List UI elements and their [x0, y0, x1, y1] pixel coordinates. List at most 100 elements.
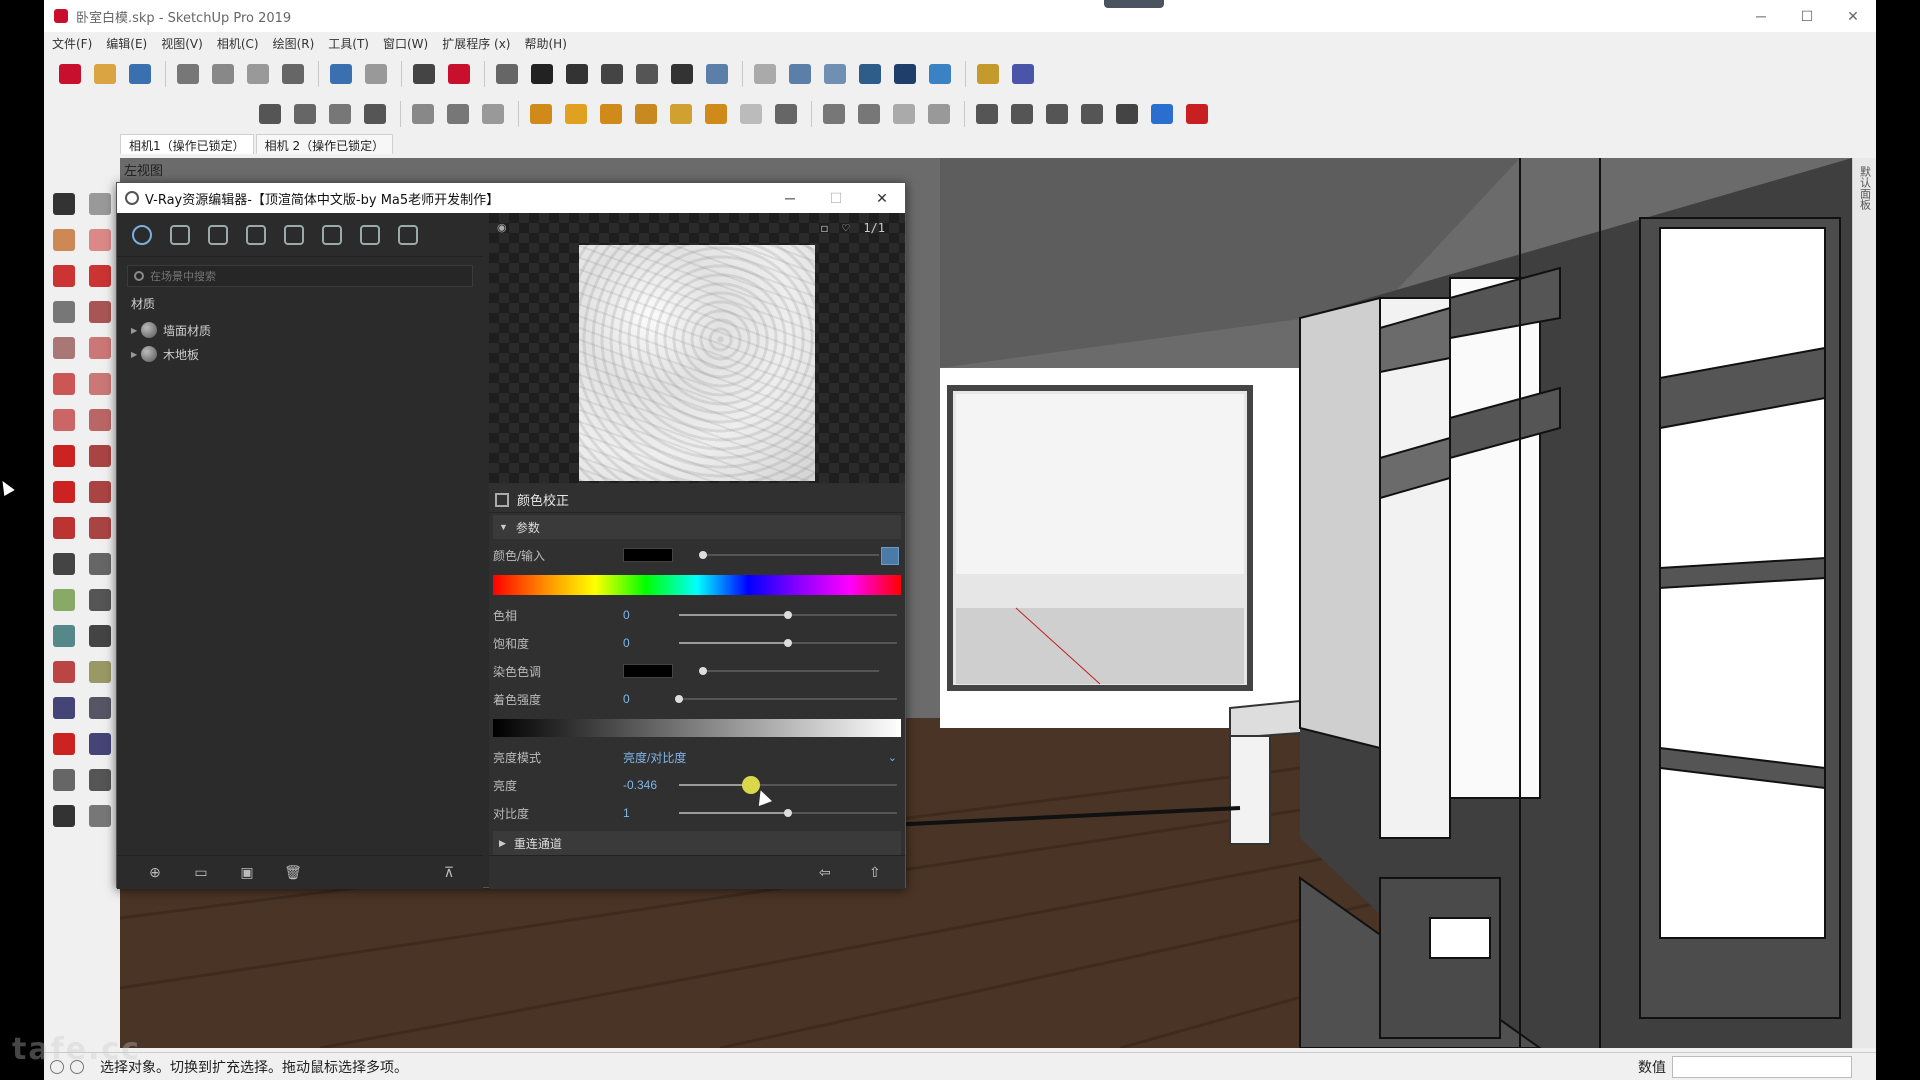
menu-camera[interactable]: 相机(C) [217, 35, 259, 52]
vray-mesh-light-button[interactable] [735, 98, 767, 130]
section-button[interactable] [972, 58, 1004, 90]
menu-edit[interactable]: 编辑(E) [106, 35, 147, 52]
copy-button[interactable] [207, 58, 239, 90]
preview-scale-button[interactable]: 1/1 [863, 221, 885, 235]
open-file-icon[interactable]: ▭ [189, 862, 213, 884]
textured-button[interactable] [889, 58, 921, 90]
hue-value[interactable]: 0 [623, 608, 683, 622]
vray-minimize-button[interactable]: ─ [767, 183, 813, 213]
expand-arrow-icon[interactable]: ▶ [131, 326, 141, 335]
save-button[interactable] [124, 58, 156, 90]
contrast-knob[interactable] [784, 809, 792, 817]
vray-batch-button[interactable] [442, 98, 474, 130]
section-plane-tool[interactable] [84, 800, 116, 832]
circle-tool[interactable] [48, 332, 80, 364]
arc-tool[interactable] [48, 368, 80, 400]
shaded-button[interactable] [854, 58, 886, 90]
back-view-button[interactable] [631, 58, 663, 90]
redo-button[interactable] [360, 58, 392, 90]
dimension-tool[interactable] [84, 548, 116, 580]
vray-search-box[interactable] [127, 265, 473, 287]
minimize-button[interactable]: ─ [1738, 0, 1784, 32]
offset-tool[interactable] [84, 512, 116, 544]
erase-button[interactable] [277, 58, 309, 90]
vray-sphere-light-button[interactable] [560, 98, 592, 130]
vray-close-button[interactable]: ✕ [859, 183, 905, 213]
paste-button[interactable] [242, 58, 274, 90]
vray-proxy-button[interactable] [818, 98, 850, 130]
hue-slider[interactable] [679, 611, 897, 619]
tab-textures[interactable] [279, 220, 309, 250]
vray-search-input[interactable] [150, 269, 450, 283]
maximize-button[interactable]: ☐ [1784, 0, 1830, 32]
vray-viewer-button[interactable] [359, 98, 391, 130]
color-input-swatch[interactable] [623, 548, 673, 562]
vray-denoise-button[interactable] [1041, 98, 1073, 130]
new-button[interactable] [54, 58, 86, 90]
3d-text-tool[interactable] [84, 620, 116, 652]
close-button[interactable]: ✕ [1830, 0, 1876, 32]
contrast-slider[interactable] [679, 809, 897, 817]
tab-geometry[interactable] [203, 220, 233, 250]
vray-teapot-button[interactable] [289, 98, 321, 130]
vray-spot-light-button[interactable] [595, 98, 627, 130]
chevron-down-icon[interactable]: ⌄ [888, 751, 897, 764]
tint-color-knob[interactable] [699, 667, 707, 675]
brightness-value[interactable]: -0.346 [623, 778, 683, 792]
undo-button[interactable] [325, 58, 357, 90]
backedges-button[interactable] [749, 58, 781, 90]
rotated-rect-tool[interactable] [84, 296, 116, 328]
save-asset-icon[interactable]: ▣ [235, 862, 259, 884]
scene-tab-camera2[interactable]: 相机 2（操作已锁定） [255, 134, 394, 154]
vray-omni-light-button[interactable] [665, 98, 697, 130]
vray-lock-button[interactable] [477, 98, 509, 130]
vray-dome-light-button[interactable] [700, 98, 732, 130]
render-teapot-button[interactable] [355, 220, 385, 250]
vray-camera-button[interactable] [971, 98, 1003, 130]
zoom-extents-tool[interactable] [48, 728, 80, 760]
menu-window[interactable]: 窗口(W) [383, 35, 428, 52]
param-brightness-mode[interactable]: 亮度模式 亮度/对比度 ⌄ [489, 743, 905, 771]
delete-asset-icon[interactable]: 🗑 [281, 862, 305, 884]
vray-pack-button[interactable] [1111, 98, 1143, 130]
expand-arrow-icon[interactable]: ▶ [131, 350, 141, 359]
vray-cloud-button[interactable] [1146, 98, 1178, 130]
eraser-tool[interactable] [84, 224, 116, 256]
tab-render-elements[interactable] [241, 220, 271, 250]
texture-type-icon[interactable] [495, 492, 509, 507]
preview-square-icon[interactable]: ◻ [821, 221, 828, 235]
vray-infinite-plane-button[interactable] [770, 98, 802, 130]
vray-export-proxy-button[interactable] [853, 98, 885, 130]
tint-strength-slider[interactable] [675, 695, 897, 703]
two-point-arc-tool[interactable] [48, 404, 80, 436]
iso-view-button[interactable] [491, 58, 523, 90]
vfb-button[interactable] [393, 220, 423, 250]
cut-button[interactable] [172, 58, 204, 90]
orbit-tool[interactable] [48, 656, 80, 688]
vray-fur-button[interactable] [888, 98, 920, 130]
contrast-value[interactable]: 1 [623, 806, 683, 820]
back-arrow-icon[interactable]: ⇦ [819, 864, 831, 881]
text-tool[interactable] [84, 584, 116, 616]
follow-me-tool[interactable] [84, 476, 116, 508]
menu-file[interactable]: 文件(F) [52, 35, 92, 52]
vray-rect-light-button[interactable] [525, 98, 557, 130]
top-view-button[interactable] [526, 58, 558, 90]
preview-pin-icon[interactable]: ◉ [497, 221, 507, 234]
wireframe-button[interactable] [784, 58, 816, 90]
tint-color-swatch[interactable] [623, 664, 673, 678]
color-input-knob[interactable] [699, 551, 707, 559]
menu-draw[interactable]: 绘图(R) [273, 35, 315, 52]
three-point-arc-tool[interactable] [84, 404, 116, 436]
menu-extensions[interactable]: 扩展程序 (x) [442, 35, 510, 52]
material-item-floor[interactable]: ▶ 木地板 [117, 342, 483, 366]
model-info-button[interactable] [443, 58, 475, 90]
add-asset-icon[interactable]: ⊕ [143, 862, 167, 884]
polygon-tool[interactable] [84, 332, 116, 364]
push-pull-tool[interactable] [84, 440, 116, 472]
position-camera-tool[interactable] [48, 764, 80, 796]
protractor-tool[interactable] [48, 584, 80, 616]
component-tool[interactable] [84, 188, 116, 220]
tint-strength-knob[interactable] [675, 695, 683, 703]
brightness-mode-select[interactable]: 亮度/对比度 [623, 749, 883, 766]
